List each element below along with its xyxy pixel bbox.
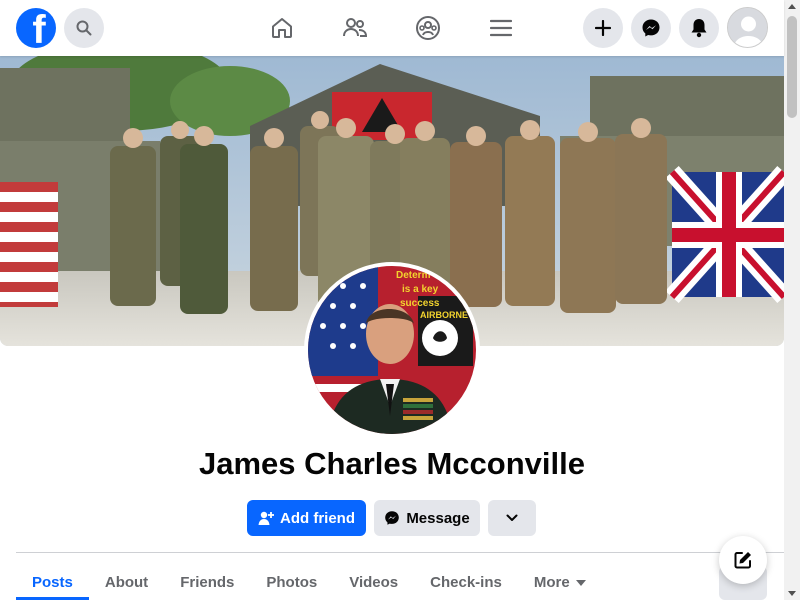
default-avatar-icon [728,8,767,47]
search-button[interactable] [64,8,104,48]
divider [16,552,784,553]
plus-icon [595,20,611,36]
tab-check-ins[interactable]: Check-ins [414,564,518,600]
add-friend-label: Add friend [280,509,355,527]
new-message-button[interactable] [719,536,767,584]
notifications-button[interactable] [679,8,719,48]
friends-nav-button[interactable] [339,12,371,44]
top-navigation-bar: f [0,0,784,56]
profile-photo-caption-1: Determ [396,270,431,281]
message-button[interactable]: Message [374,500,480,536]
profile-actions: Add friend Message [0,500,784,536]
chevron-down-icon [506,514,518,521]
account-avatar[interactable] [727,7,768,48]
create-button[interactable] [583,8,623,48]
tab-more[interactable]: More [518,564,602,600]
profile-photo-caption-2: is a key [402,284,439,295]
menu-icon [490,19,512,37]
compose-icon [734,552,751,569]
profile-photo-badge: AIRBORNE [420,310,468,320]
message-label: Message [406,509,470,527]
bell-icon [691,19,707,38]
home-icon [272,18,292,38]
tab-about[interactable]: About [89,564,164,600]
messenger-icon [642,19,660,37]
messenger-icon [385,511,400,525]
tab-videos[interactable]: Videos [333,564,414,600]
groups-icon [416,16,440,40]
add-friend-button[interactable]: Add friend [247,500,366,536]
messenger-button[interactable] [631,8,671,48]
profile-name: James Charles Mcconville [199,446,585,481]
groups-nav-button[interactable] [412,12,444,44]
more-actions-button[interactable] [488,500,536,536]
search-icon [76,20,92,36]
page-scrollbar[interactable] [784,0,800,600]
caret-down-icon [575,580,586,586]
scroll-down-arrow[interactable] [788,591,796,596]
tab-friends[interactable]: Friends [164,564,250,600]
menu-nav-button[interactable] [485,12,517,44]
tab-photos[interactable]: Photos [250,564,333,600]
scroll-up-arrow[interactable] [788,4,796,9]
profile-photo-caption-3: success [400,298,440,309]
tab-more-label: More [533,574,570,591]
tab-posts[interactable]: Posts [16,564,89,600]
profile-picture[interactable]: Determ is a key success AIRBORNE [304,262,480,438]
profile-tabs: Posts About Friends Photos Videos Check-… [16,564,602,600]
add-friend-icon [258,511,274,525]
friends-icon [343,18,368,37]
scrollbar-thumb[interactable] [787,16,797,118]
home-nav-button[interactable] [266,12,298,44]
facebook-logo[interactable]: f [16,8,56,48]
